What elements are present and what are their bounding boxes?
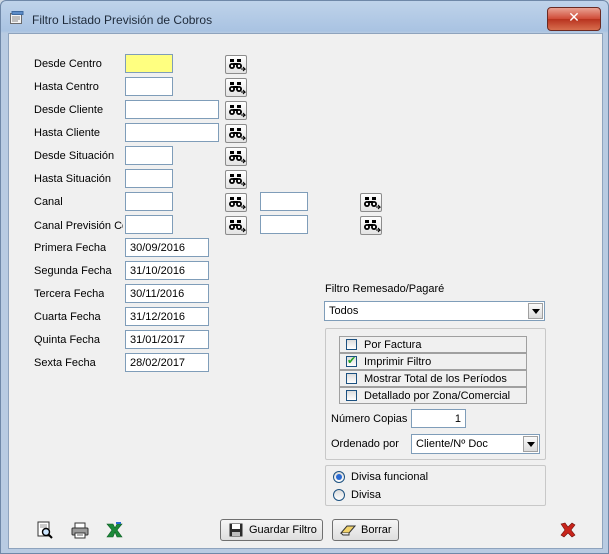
checkbox-icon[interactable] [346, 339, 357, 350]
binoculars-icon [229, 151, 246, 164]
guardar-filtro-button[interactable]: Guardar Filtro [220, 519, 323, 541]
canal-input-2[interactable] [260, 192, 308, 211]
excel-icon[interactable] [104, 520, 124, 540]
label-desde-cliente: Desde Cliente [34, 104, 104, 116]
desde-cliente-lookup-button[interactable] [225, 101, 247, 120]
label-ordenado-por: Ordenado por [331, 438, 399, 450]
binoculars-icon [229, 128, 246, 141]
canal-prevision-lookup-button[interactable] [225, 216, 247, 235]
numero-copias-input[interactable] [411, 409, 466, 428]
primera-fecha-input[interactable] [125, 238, 209, 257]
remesado-select[interactable]: Todos [324, 301, 545, 321]
hasta-centro-input[interactable] [125, 77, 173, 96]
binoculars-icon [229, 82, 246, 95]
hasta-cliente-input[interactable] [125, 123, 219, 142]
label-remesado: Filtro Remesado/Pagaré [325, 283, 445, 295]
canal-prevision-input[interactable] [125, 215, 173, 234]
divisa-funcional-label: Divisa funcional [351, 471, 429, 483]
ordenado-selected: Cliente/Nº Doc [416, 438, 488, 450]
guardar-filtro-label: Guardar Filtro [249, 524, 317, 536]
desde-situacion-input[interactable] [125, 146, 173, 165]
label-tercera-fecha: Tercera Fecha [34, 288, 105, 300]
checkbox-icon[interactable] [346, 390, 357, 401]
tercera-fecha-input[interactable] [125, 284, 209, 303]
label-desde-centro: Desde Centro [34, 58, 102, 70]
option-detallado-zona[interactable]: Detallado por Zona/Comercial [339, 387, 527, 404]
canal-prevision-input-2[interactable] [260, 215, 308, 234]
option-por-factura[interactable]: Por Factura [339, 336, 527, 353]
label-hasta-situacion: Hasta Situación [34, 173, 112, 185]
window-close-button[interactable]: ✕ [547, 7, 601, 31]
label-desde-situacion: Desde Situación [34, 150, 115, 162]
hasta-centro-lookup-button[interactable] [225, 78, 247, 97]
option-label: Imprimir Filtro [364, 356, 432, 368]
desde-centro-input[interactable] [125, 54, 173, 73]
label-canal: Canal [34, 196, 63, 208]
desde-centro-lookup-button[interactable] [225, 55, 247, 74]
remesado-selected: Todos [329, 305, 359, 317]
label-quinta-fecha: Quinta Fecha [34, 334, 101, 346]
segunda-fecha-input[interactable] [125, 261, 209, 280]
option-label: Detallado por Zona/Comercial [364, 390, 511, 402]
preview-icon[interactable] [35, 520, 55, 540]
label-primera-fecha: Primera Fecha [34, 242, 107, 254]
title-bar[interactable]: Filtro Listado Previsión de Cobros ✕ [1, 1, 608, 33]
chevron-down-icon[interactable] [523, 436, 538, 452]
hasta-situacion-lookup-button[interactable] [225, 170, 247, 189]
borrar-button[interactable]: Borrar [332, 519, 399, 541]
canal-lookup-button-2[interactable] [360, 193, 382, 212]
canal-prevision-lookup-button-2[interactable] [360, 216, 382, 235]
binoculars-icon [229, 197, 246, 210]
checkmark-icon: ✔ [347, 354, 357, 367]
binoculars-icon [229, 220, 246, 233]
quinta-fecha-input[interactable] [125, 330, 209, 349]
canal-input[interactable] [125, 192, 173, 211]
label-cuarta-fecha: Cuarta Fecha [34, 311, 101, 323]
option-label: Mostrar Total de los Períodos [364, 373, 507, 385]
window-app-icon [10, 11, 24, 24]
option-mostrar-total[interactable]: Mostrar Total de los Períodos [339, 370, 527, 387]
binoculars-icon [229, 174, 246, 187]
label-hasta-centro: Hasta Centro [34, 81, 99, 93]
cuarta-fecha-input[interactable] [125, 307, 209, 326]
eraser-icon [340, 525, 356, 536]
dialog-body: Desde Centro Hasta Centro Desde Cliente … [8, 33, 603, 549]
binoculars-icon [229, 59, 246, 72]
label-segunda-fecha: Segunda Fecha [34, 265, 112, 277]
hasta-situacion-input[interactable] [125, 169, 173, 188]
option-label: Por Factura [364, 339, 422, 351]
canal-lookup-button[interactable] [225, 193, 247, 212]
radio-selected-dot [336, 474, 342, 480]
borrar-label: Borrar [361, 524, 392, 536]
label-numero-copias: Número Copias [331, 413, 408, 425]
hasta-cliente-lookup-button[interactable] [225, 124, 247, 143]
binoculars-icon [229, 105, 246, 118]
label-sexta-fecha: Sexta Fecha [34, 357, 96, 369]
label-hasta-cliente: Hasta Cliente [34, 127, 101, 139]
label-canal-prevision: Canal Previsión Co [34, 220, 123, 232]
desde-cliente-input[interactable] [125, 100, 219, 119]
divisa-radio[interactable] [333, 489, 345, 501]
filter-window: Filtro Listado Previsión de Cobros ✕ Des… [0, 0, 609, 554]
printer-icon[interactable] [70, 520, 90, 540]
desde-situacion-lookup-button[interactable] [225, 147, 247, 166]
chevron-down-icon[interactable] [528, 303, 543, 319]
ordenado-por-select[interactable]: Cliente/Nº Doc [411, 434, 540, 454]
checkbox-icon[interactable] [346, 373, 357, 384]
divisa-label: Divisa [351, 489, 381, 501]
close-icon: ✕ [568, 10, 580, 26]
binoculars-icon [364, 197, 381, 210]
cancel-x-icon[interactable] [558, 520, 578, 540]
option-imprimir-filtro[interactable]: ✔ Imprimir Filtro [339, 353, 527, 370]
binoculars-icon [364, 220, 381, 233]
sexta-fecha-input[interactable] [125, 353, 209, 372]
save-disk-icon [229, 523, 243, 537]
window-title: Filtro Listado Previsión de Cobros [32, 13, 213, 27]
divisa-funcional-radio[interactable] [333, 471, 345, 483]
checkbox-checked-icon[interactable]: ✔ [346, 354, 357, 367]
